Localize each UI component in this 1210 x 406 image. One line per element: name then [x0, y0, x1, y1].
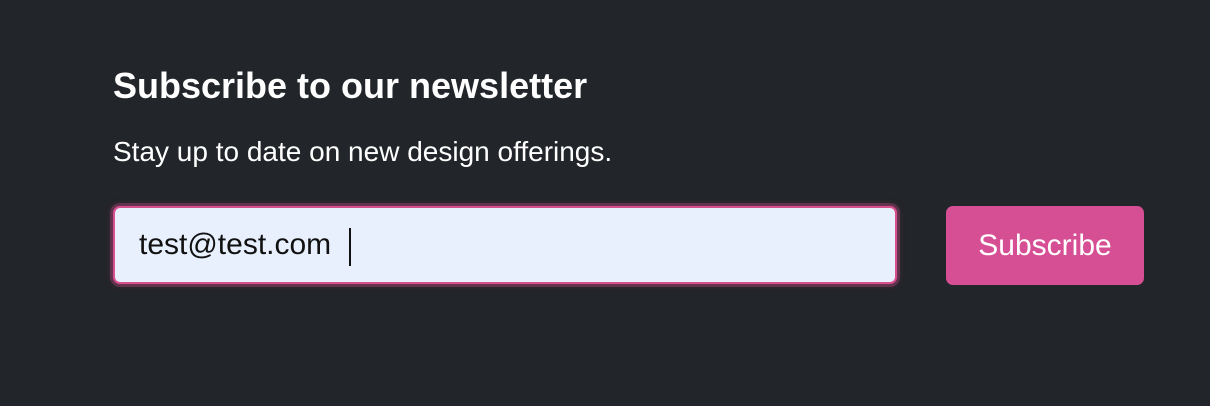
email-field[interactable]: [115, 208, 895, 282]
email-field-container[interactable]: [113, 206, 897, 284]
newsletter-heading: Subscribe to our newsletter: [113, 65, 588, 106]
subscribe-button[interactable]: Subscribe: [946, 206, 1144, 285]
text-caret: [349, 228, 351, 266]
newsletter-description: Stay up to date on new design offerings.: [113, 136, 613, 167]
